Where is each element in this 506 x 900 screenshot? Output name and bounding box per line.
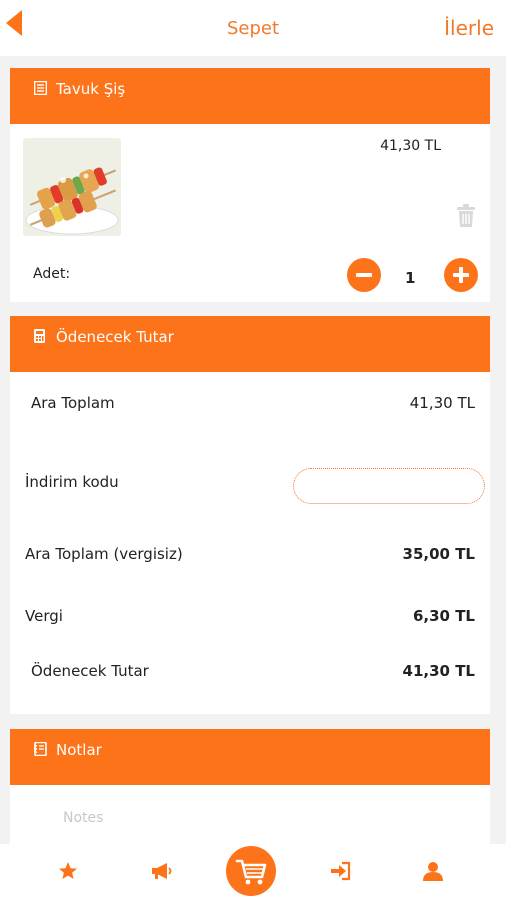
product-price: 41,30 TL [380, 138, 441, 154]
bottom-nav [0, 844, 506, 900]
notes-title: Notlar [56, 741, 102, 759]
net-subtotal-label: Ara Toplam (vergisiz) [25, 545, 183, 563]
notes-textarea[interactable] [10, 785, 490, 844]
total-value: 41,30 TL [402, 662, 475, 680]
page-title: Sepet [226, 18, 280, 39]
notebook-icon [34, 741, 47, 757]
total-label: Ödenecek Tutar [31, 662, 149, 680]
product-header: Tavuk Şiş [10, 68, 490, 124]
quantity-label: Adet: [33, 266, 71, 282]
product-card: Tavuk Şiş 41,30 TL Adet: 1 [10, 68, 490, 302]
next-button[interactable]: İlerle [444, 16, 494, 40]
decrease-quantity-button[interactable] [347, 258, 381, 292]
subtotal-label: Ara Toplam [31, 394, 115, 412]
tax-label: Vergi [25, 607, 63, 625]
quantity-value: 1 [405, 269, 416, 287]
star-icon[interactable] [55, 858, 81, 884]
totals-card: Ödenecek Tutar Ara Toplam 41,30 TL İndir… [10, 316, 490, 714]
net-subtotal-value: 35,00 TL [402, 545, 475, 563]
product-name: Tavuk Şiş [56, 80, 126, 98]
top-bar: Sepet İlerle [0, 0, 506, 56]
cart-icon[interactable] [226, 846, 276, 896]
trash-icon[interactable] [456, 204, 476, 228]
receipt-icon [33, 80, 48, 96]
user-icon[interactable] [420, 858, 446, 884]
tax-value: 6,30 TL [412, 607, 475, 625]
minus-icon [356, 273, 372, 277]
discount-code-input[interactable] [293, 468, 485, 504]
totals-title: Ödenecek Tutar [56, 328, 174, 346]
discount-code-label: İndirim kodu [25, 473, 119, 491]
product-image [23, 138, 121, 236]
login-icon[interactable] [328, 858, 354, 884]
subtotal-value: 41,30 TL [409, 394, 475, 412]
notes-header: Notlar [10, 729, 490, 785]
calculator-icon [34, 329, 47, 343]
plus-icon [453, 267, 469, 283]
notes-card: Notlar [10, 729, 490, 844]
megaphone-icon[interactable] [148, 858, 174, 884]
totals-header: Ödenecek Tutar [10, 316, 490, 372]
increase-quantity-button[interactable] [444, 258, 478, 292]
